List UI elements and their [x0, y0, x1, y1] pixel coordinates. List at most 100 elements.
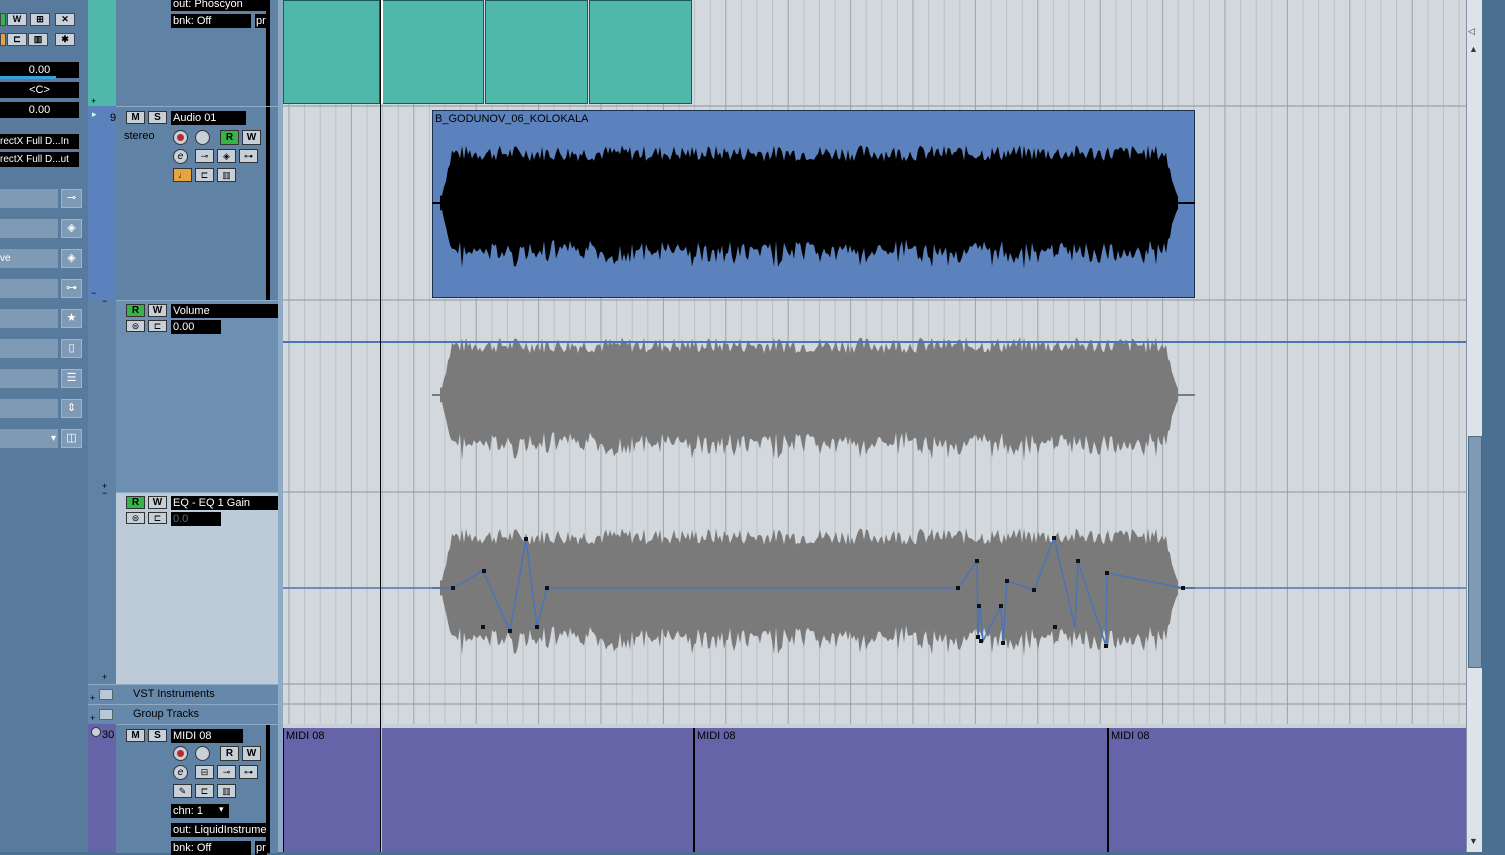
volume-automation-panel[interactable]: R W Volume ⊜ ⊏ 0.00: [116, 300, 278, 493]
inspector-channel-icon[interactable]: ⊶: [61, 279, 82, 298]
inspector-read-button[interactable]: [0, 13, 6, 26]
left-locator-line[interactable]: [380, 0, 381, 852]
midi-monitor-icon[interactable]: [195, 746, 210, 761]
inspector-output-routing[interactable]: rectX Full D...ut: [0, 152, 79, 167]
midi-pencil-icon[interactable]: ✎: [173, 784, 192, 798]
inspector-section-7[interactable]: [0, 369, 58, 388]
volume-lock-icon[interactable]: ⊏: [148, 320, 167, 332]
midi-bank-select[interactable]: bnk: Off: [171, 841, 251, 855]
collapse-icon[interactable]: −: [102, 296, 107, 306]
inspector-bypass-icon[interactable]: ⊸: [61, 189, 82, 208]
inspector-eq-icon[interactable]: ◈: [61, 219, 82, 238]
audio-mute-button[interactable]: M: [126, 111, 145, 124]
audio-eq-bypass-icon[interactable]: ◈: [217, 149, 236, 163]
midi-write-button[interactable]: W: [242, 746, 261, 761]
midi-event[interactable]: MIDI 08: [283, 728, 693, 852]
scrollbar-thumb[interactable]: [1468, 436, 1482, 668]
track-color-strip-audio[interactable]: ▸: [88, 106, 116, 300]
eq-automation-panel[interactable]: R W EQ - EQ 1 Gain ⊜ ⊏ 0.0: [116, 492, 278, 685]
expand-icon[interactable]: +: [102, 672, 107, 682]
eq-value-field[interactable]: 0.0: [171, 512, 221, 526]
midi-lock-icon[interactable]: ⊏: [195, 784, 214, 798]
inspector-section-1[interactable]: [0, 189, 58, 208]
midi-lanes-icon[interactable]: ▥: [217, 784, 236, 798]
inspector-list-icon[interactable]: ☰: [61, 369, 82, 388]
collapse-icon[interactable]: −: [91, 288, 96, 298]
inspector-section-8[interactable]: [0, 399, 58, 418]
expand-icon[interactable]: +: [90, 693, 95, 703]
expand-icon[interactable]: +: [90, 713, 95, 723]
inspector-star-icon[interactable]: ★: [61, 309, 82, 328]
volume-write-button[interactable]: W: [148, 304, 167, 317]
audio-solo-button[interactable]: S: [148, 111, 167, 124]
scroll-down-icon[interactable]: ▼: [1469, 836, 1478, 846]
volume-read-button[interactable]: R: [126, 304, 145, 317]
inspector-lanes-icon[interactable]: ▥: [28, 33, 48, 46]
volume-display-icon[interactable]: ⊜: [126, 320, 145, 332]
inspector-pan-field[interactable]: <C>: [0, 82, 79, 98]
scrollbar-track[interactable]: ◁ ▲ ▼: [1466, 0, 1482, 852]
midi-solo-button[interactable]: S: [148, 729, 167, 742]
inspector-section-3[interactable]: ve: [0, 249, 58, 268]
audio-timebase-icon[interactable]: ♩: [173, 168, 192, 182]
audio-write-button[interactable]: W: [242, 130, 261, 145]
inspector-notepad-icon[interactable]: ▯: [61, 339, 82, 358]
top-track-output[interactable]: out: Phoscyon: [171, 0, 267, 11]
eq-display-icon[interactable]: ⊜: [126, 512, 145, 524]
midi-track-name[interactable]: MIDI 08: [171, 729, 243, 743]
inspector-section-6[interactable]: [0, 339, 58, 358]
midi-bypass-icon[interactable]: ⊸: [217, 765, 236, 779]
audio-send-bypass-icon[interactable]: ⊶: [239, 149, 258, 163]
volume-value-field[interactable]: 0.00: [171, 320, 221, 334]
midi-track-panel[interactable]: 30 M S MIDI 08 R W e ⊟ ⊸ ⊶ ✎ ⊏ ▥ chn: 1 …: [102, 724, 278, 855]
midi-read-button[interactable]: R: [220, 746, 239, 761]
track-color-strip-top[interactable]: [88, 0, 116, 106]
midi-sends-icon[interactable]: ⊶: [239, 765, 258, 779]
audio-track-panel[interactable]: 9 M S Audio 01 stereo R W e ⊸ ◈ ⊶ ♩ ⊏ ▥: [110, 106, 278, 301]
zoom-arrow-icon[interactable]: ◁: [1468, 26, 1475, 37]
collapse-icon[interactable]: −: [102, 488, 107, 498]
inspector-close-icon[interactable]: ✕: [55, 13, 75, 26]
top-track-panel[interactable]: out: Phoscyon bnk: Off pr: [116, 0, 278, 106]
audio-record-button[interactable]: [173, 130, 188, 145]
midi-inserts-icon[interactable]: ⊟: [195, 765, 214, 779]
track-collapse-icon[interactable]: ▸: [92, 109, 97, 120]
eq-param-select[interactable]: EQ - EQ 1 Gain: [171, 496, 278, 510]
audio-track-name[interactable]: Audio 01: [171, 111, 246, 125]
inspector-sends-icon[interactable]: ◈: [61, 249, 82, 268]
audio-read-button[interactable]: R: [220, 130, 239, 145]
inspector-monitor-button[interactable]: [0, 33, 6, 46]
inspector-edit-button[interactable]: ⊞: [30, 13, 50, 26]
audio-lock-icon[interactable]: ⊏: [195, 168, 214, 182]
audio-edit-button[interactable]: e: [173, 149, 188, 164]
inspector-section-9[interactable]: ▾: [0, 429, 58, 448]
track-color-strip-midi[interactable]: [88, 724, 116, 852]
eq-lock-icon[interactable]: ⊏: [148, 512, 167, 524]
inspector-write-button[interactable]: W: [7, 13, 27, 26]
folder-vst-instruments[interactable]: + VST Instruments: [88, 684, 278, 704]
audio-insert-bypass-icon[interactable]: ⊸: [195, 149, 214, 163]
inspector-input-routing[interactable]: rectX Full D...In: [0, 134, 79, 149]
midi-event[interactable]: MIDI 08: [1107, 728, 1466, 852]
midi-mute-button[interactable]: M: [126, 729, 145, 742]
inspector-section-5[interactable]: [0, 309, 58, 328]
audio-monitor-icon[interactable]: [195, 130, 210, 145]
inspector-lock-icon[interactable]: ⊏: [7, 33, 27, 46]
midi-edit-button[interactable]: e: [173, 765, 188, 780]
inspector-section-4[interactable]: [0, 279, 58, 298]
audio-lanes-icon[interactable]: ▥: [217, 168, 236, 182]
inspector-layout-icon[interactable]: ◫: [61, 429, 82, 448]
scroll-up-icon[interactable]: ▲: [1469, 44, 1478, 54]
midi-track-select-icon[interactable]: [91, 727, 101, 737]
inspector-delay-field[interactable]: 0.00: [0, 102, 79, 118]
vertical-scrollbar[interactable]: ◁ ▲ ▼: [1466, 0, 1505, 852]
volume-param-select[interactable]: Volume: [171, 304, 278, 318]
folder-group-tracks[interactable]: + Group Tracks: [88, 704, 278, 724]
top-track-bank[interactable]: bnk: Off: [171, 14, 251, 28]
midi-record-button[interactable]: [173, 746, 188, 761]
midi-event[interactable]: MIDI 08: [693, 728, 1107, 852]
arrange-window[interactable]: B_GODUNOV_06_KOLOKALA MIDI 08 MIDI 08 MI…: [283, 0, 1466, 852]
midi-output-select[interactable]: out: LiquidInstrume: [171, 823, 267, 837]
expand-icon[interactable]: +: [91, 96, 96, 106]
inspector-tempo-icon[interactable]: ⇕: [61, 399, 82, 418]
